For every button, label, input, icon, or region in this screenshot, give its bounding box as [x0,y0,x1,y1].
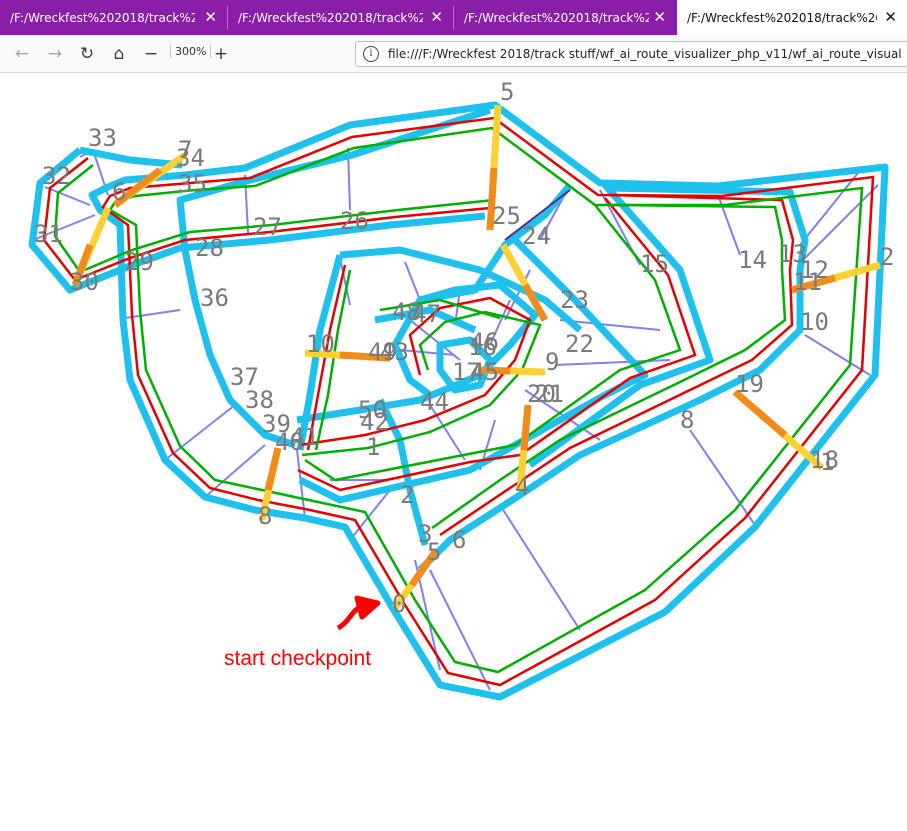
node-label: 4 [515,473,529,501]
node-label: 47 [412,300,441,328]
node-label: 2 [400,481,414,509]
node-label: 1 [820,448,834,476]
tab-title: /F:/Wreckfest%202018/track%20stu [10,10,195,25]
zoom-level-reset-button[interactable]: 300% [170,45,212,58]
tab-bar: /F:/Wreckfest%202018/track%20stu ✕ /F:/W… [0,0,907,35]
node-label: 23 [560,286,589,314]
start-checkpoint-annotation: start checkpoint [224,647,371,670]
node-label: 50 [358,396,387,424]
ai-route-visualization: 5 33 7 34 32 35 6 31 30 29 28 27 26 25 2… [28,78,894,701]
node-label: 34 [176,144,205,172]
node-label: 35 [178,170,207,198]
node-label: 20 [527,380,556,408]
back-button[interactable]: ← [8,40,36,67]
minus-icon: − [143,43,159,64]
node-label: 43 [380,338,409,366]
node-label: 8 [258,502,272,530]
node-label: 2 [880,243,894,271]
close-icon[interactable]: ✕ [430,8,443,26]
node-label: 11 [793,268,822,296]
node-label: 44 [420,388,449,416]
url-text[interactable]: file:///F:/Wreckfest 2018/track stuff/wf… [388,47,902,61]
node-label: 6 [112,178,126,206]
node-label: 22 [565,330,594,358]
navigation-toolbar: ← → ↻ ⌂ − 300% + i file:///F:/Wreckfest … [0,35,907,73]
close-icon[interactable]: ✕ [653,8,666,26]
tab-4-active[interactable]: /F:/Wreckfest%202018/track%20stu ✕ [677,0,907,35]
node-label: 32 [42,162,71,190]
back-arrow-icon: ← [14,43,30,64]
home-icon: ⌂ [113,43,125,64]
tab-1[interactable]: /F:/Wreckfest%202018/track%20stu ✕ [0,0,227,35]
tab-title: /F:/Wreckfest%202018/track%20stu [238,10,423,25]
tab-3[interactable]: /F:/Wreckfest%202018/track%20stu ✕ [454,0,676,35]
node-label: 33 [88,124,117,152]
node-label: 28 [195,234,224,262]
node-label: 24 [522,222,551,250]
sector-lines [32,147,879,691]
node-label: 29 [125,248,154,276]
node-label: 41 [290,423,319,451]
close-icon[interactable]: ✕ [204,8,217,26]
node-label: 16 [468,333,497,361]
node-label: 19 [735,370,764,398]
forward-button[interactable]: → [41,40,69,67]
node-label: 8 [680,406,694,434]
address-bar[interactable]: i file:///F:/Wreckfest 2018/track stuff/… [355,41,907,67]
zoom-in-button[interactable]: + [207,40,235,67]
tab-title: /F:/Wreckfest%202018/track%20stu [687,10,877,25]
node-label: 36 [200,284,229,312]
node-label: 0 [392,590,406,618]
node-label: 15 [640,250,669,278]
node-label: 1 [366,433,380,461]
forward-arrow-icon: → [47,43,63,64]
page-content: 5 33 7 34 32 35 6 31 30 29 28 27 26 25 2… [0,73,907,831]
info-icon[interactable]: i [363,46,379,62]
node-label: 14 [738,246,767,274]
node-label: 31 [34,220,63,248]
node-label: 9 [545,348,559,376]
zoom-out-button[interactable]: − [137,40,165,67]
node-label: 5 [427,538,441,566]
node-label: 17 [452,358,481,386]
node-label: 10 [800,308,829,336]
node-label: 25 [492,202,521,230]
node-label: 5 [500,78,514,106]
node-label: 26 [340,207,369,235]
tab-2[interactable]: /F:/Wreckfest%202018/track%20stu ✕ [228,0,453,35]
node-label: 30 [70,268,99,296]
red-curved-arrow-icon [336,595,381,631]
plus-icon: + [213,43,229,64]
reload-button[interactable]: ↻ [73,40,101,67]
node-label: 27 [253,213,282,241]
node-label: 10 [306,330,335,358]
tab-title: /F:/Wreckfest%202018/track%20stu [464,10,649,25]
close-icon[interactable]: ✕ [884,8,897,26]
node-label: 6 [452,526,466,554]
home-button[interactable]: ⌂ [105,40,133,67]
reload-icon: ↻ [79,43,95,64]
